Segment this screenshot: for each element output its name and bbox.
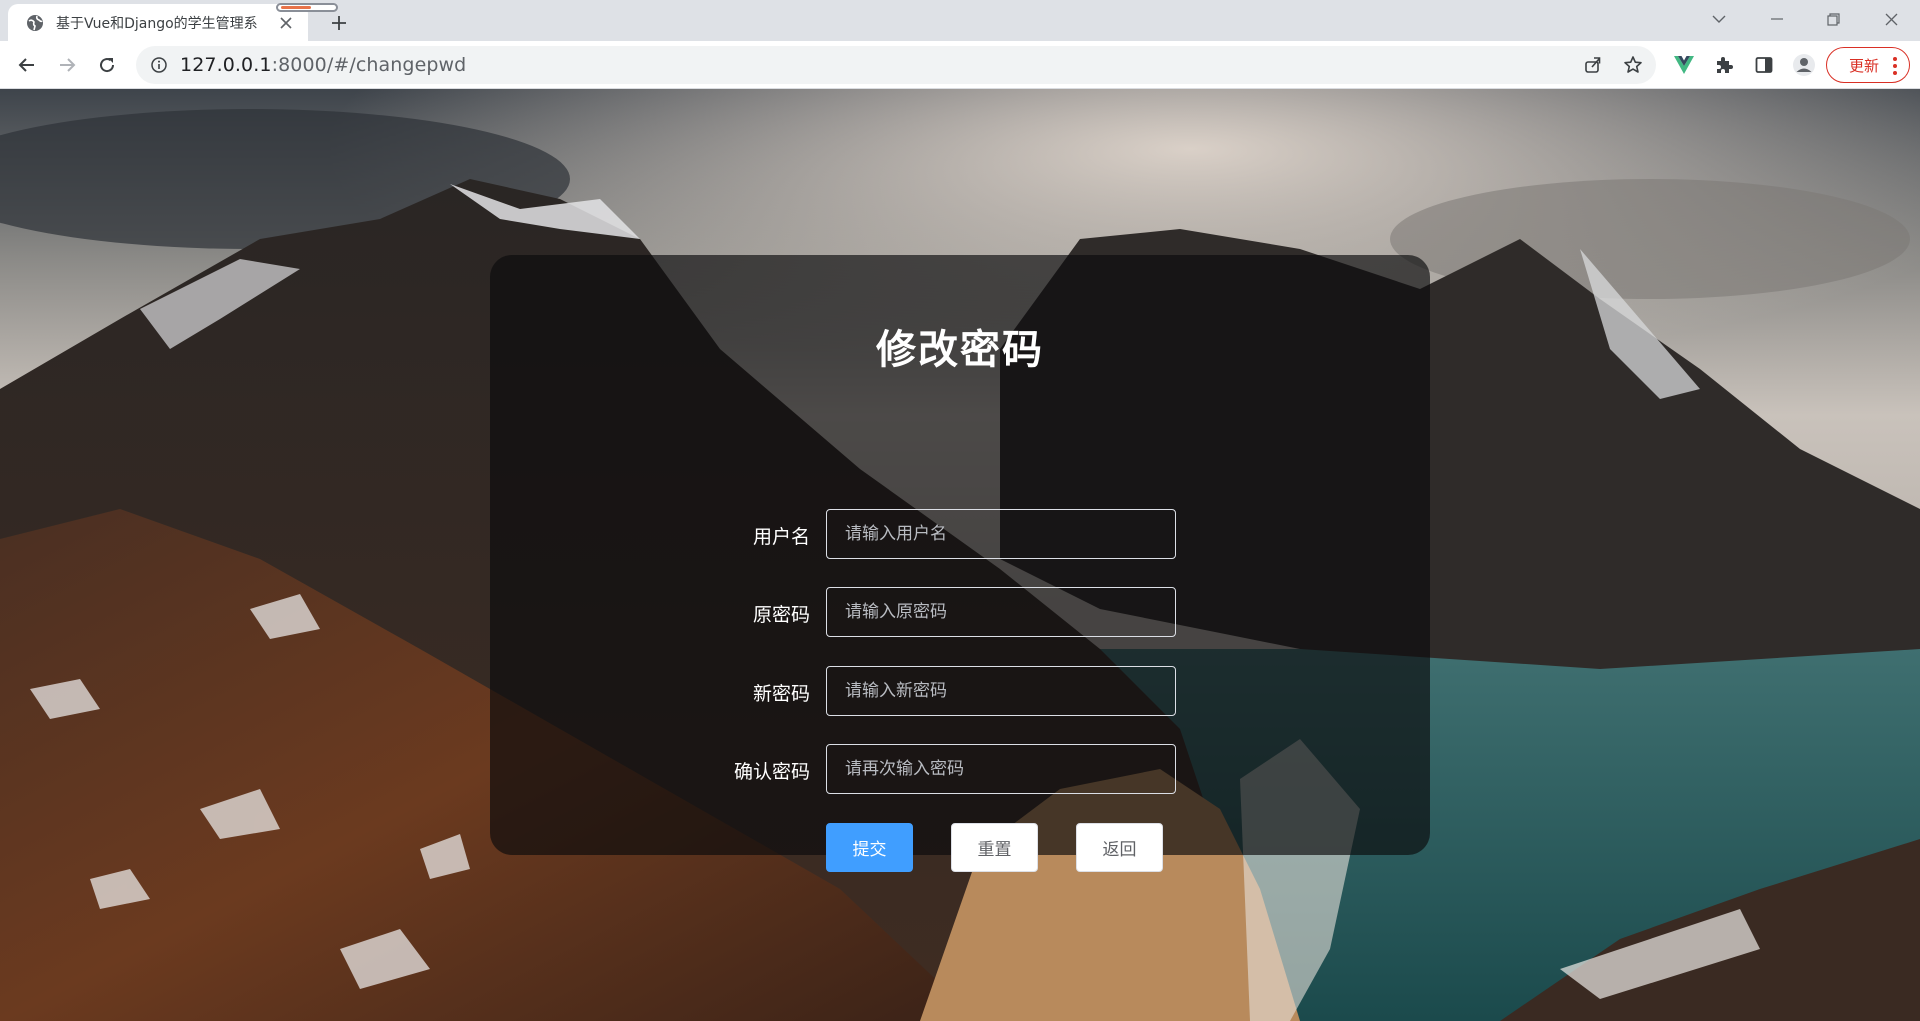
minimize-icon[interactable] — [1754, 0, 1800, 38]
address-bar[interactable]: 127.0.0.1:8000/#/changepwd — [136, 46, 1656, 84]
page-title: 修改密码 — [876, 327, 1044, 373]
form-row-old-password: 原密码 — [490, 587, 1430, 637]
info-icon[interactable] — [150, 56, 168, 74]
more-vert-icon[interactable] — [1893, 57, 1897, 75]
globe-icon — [26, 14, 44, 32]
form-row-username: 用户名 — [490, 509, 1430, 559]
page-viewport: 修改密码 用户名 原密码 新密码 确认密码 提交 重置 返回 — [0, 89, 1920, 1021]
url-text: 127.0.0.1:8000/#/changepwd — [180, 54, 466, 76]
share-icon[interactable] — [1577, 49, 1609, 81]
chevron-down-icon[interactable] — [1696, 0, 1742, 38]
arrow-right-icon[interactable] — [51, 49, 83, 81]
tab-strip: 基于Vue和Django的学生管理系 — [0, 0, 1920, 41]
username-label: 用户名 — [752, 526, 810, 548]
person-icon[interactable] — [1788, 49, 1820, 81]
back-button[interactable]: 返回 — [1076, 823, 1163, 872]
side-panel-icon[interactable] — [1748, 49, 1780, 81]
submit-button[interactable]: 提交 — [826, 823, 913, 872]
confirm-password-input[interactable] — [826, 744, 1176, 794]
star-icon[interactable] — [1617, 49, 1649, 81]
url-path: :8000/#/changepwd — [271, 54, 467, 76]
username-input[interactable] — [826, 509, 1176, 559]
restore-icon[interactable] — [1810, 0, 1856, 38]
form-row-new-password: 新密码 — [490, 666, 1430, 716]
tab-title: 基于Vue和Django的学生管理系 — [56, 15, 258, 32]
browser-tab[interactable]: 基于Vue和Django的学生管理系 — [8, 4, 308, 41]
reset-button[interactable]: 重置 — [951, 823, 1038, 872]
arrow-left-icon[interactable] — [11, 49, 43, 81]
update-button[interactable]: 更新 — [1826, 47, 1910, 83]
new-password-input[interactable] — [826, 666, 1176, 716]
confirm-password-label: 确认密码 — [733, 761, 810, 783]
plus-icon[interactable] — [325, 9, 353, 37]
update-label: 更新 — [1849, 56, 1880, 75]
puzzle-icon[interactable] — [1708, 49, 1740, 81]
browser-toolbar: 127.0.0.1:8000/#/changepwd 更新 — [0, 41, 1920, 89]
url-host: 127.0.0.1 — [180, 54, 272, 76]
window-close-icon[interactable] — [1868, 0, 1914, 38]
reload-icon[interactable] — [91, 49, 123, 81]
vue-icon[interactable] — [1668, 49, 1700, 81]
form-actions: 提交 重置 返回 — [490, 823, 1430, 873]
form-row-confirm-password: 确认密码 — [490, 744, 1430, 794]
old-password-input[interactable] — [826, 587, 1176, 637]
change-password-panel: 修改密码 用户名 原密码 新密码 确认密码 提交 重置 返回 — [490, 255, 1430, 872]
new-password-label: 新密码 — [752, 683, 810, 705]
old-password-label: 原密码 — [752, 604, 810, 626]
close-icon[interactable] — [276, 13, 296, 33]
